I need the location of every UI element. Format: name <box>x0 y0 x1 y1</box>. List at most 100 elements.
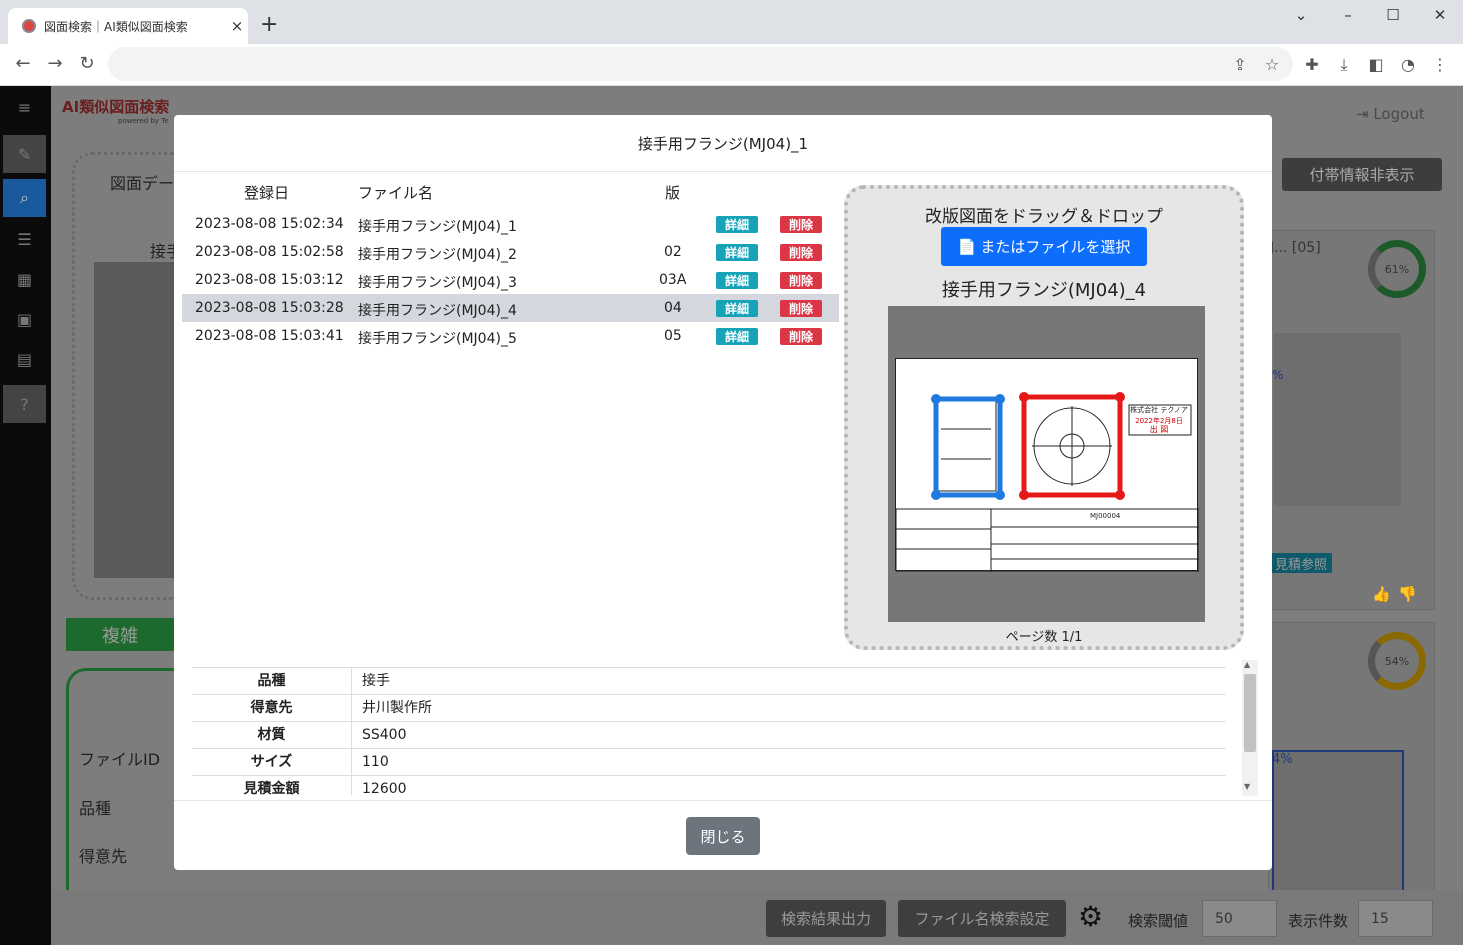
table-row: 材質 SS400 <box>192 722 1226 749</box>
result-1-score: 61% <box>1368 240 1426 298</box>
row-rev: 04 <box>664 300 682 316</box>
estimate-ref-badge[interactable]: 見積参照 <box>1270 553 1332 573</box>
table-row: 得意先 井川製作所 <box>192 695 1226 722</box>
properties-table: 品種 接手 得意先 井川製作所 材質 SS400 サイズ 110 見積金額 12600 <box>192 667 1226 795</box>
choose-file-label: またはファイルを選択 <box>980 238 1131 256</box>
detail-button[interactable]: 詳細 <box>716 272 758 289</box>
row-rev: 02 <box>664 244 682 260</box>
close-tab-icon[interactable]: × <box>226 17 248 35</box>
revision-row-selected[interactable]: 2023-08-08 15:03:28 接手用フランジ(MJ04)_4 04 詳… <box>182 294 839 322</box>
revision-row[interactable]: 2023-08-08 15:02:34 接手用フランジ(MJ04)_1 詳細 削… <box>182 210 839 238</box>
address-bar[interactable] <box>108 47 1293 81</box>
favicon-icon <box>22 19 36 33</box>
complex-badge: 複雑 <box>66 618 174 651</box>
download-icon[interactable]: ⤓ <box>1333 55 1355 75</box>
reload-icon[interactable]: ↻ <box>74 53 100 74</box>
drawing-stamp-text: 出 図 <box>1149 425 1169 434</box>
prop-key: 見積金額 <box>192 776 352 795</box>
detail-button[interactable]: 詳細 <box>716 328 758 345</box>
count-input[interactable]: 15 <box>1358 900 1433 937</box>
table-scrollbar-thumb[interactable] <box>1244 674 1256 752</box>
maximize-icon[interactable]: ☐ <box>1378 6 1408 24</box>
left-dropzone-title: 図面デー <box>110 174 175 193</box>
comments-icon[interactable]: ▤ <box>3 340 46 378</box>
row-file: 接手用フランジ(MJ04)_2 <box>358 247 517 263</box>
share-icon[interactable]: ⇪ <box>1229 55 1251 74</box>
prop-key: 材質 <box>192 722 352 749</box>
field-label-fileid: ファイルID <box>79 750 161 769</box>
row-rev: 03A <box>659 272 687 288</box>
delete-button[interactable]: 削除 <box>780 216 822 233</box>
scroll-up-icon[interactable]: ▲ <box>1244 660 1250 669</box>
browser-tab[interactable]: 図面検索｜AI類似図面検索 × <box>8 8 248 44</box>
forward-icon[interactable]: → <box>42 53 68 74</box>
search-icon[interactable]: ⌕ <box>3 179 46 217</box>
detail-button[interactable]: 詳細 <box>716 244 758 261</box>
choose-file-button[interactable]: 📄 またはファイルを選択 <box>941 227 1147 266</box>
app-logo: AI類似図面検索 powered by Te <box>62 98 170 125</box>
close-button[interactable]: 閉じる <box>686 817 760 855</box>
minimize-icon[interactable]: – <box>1333 6 1363 24</box>
row-file: 接手用フランジ(MJ04)_3 <box>358 275 517 291</box>
revision-row[interactable]: 2023-08-08 15:03:12 接手用フランジ(MJ04)_3 03A … <box>182 266 839 294</box>
delete-button[interactable]: 削除 <box>780 244 822 261</box>
help-icon[interactable]: ? <box>3 385 46 423</box>
thumbs-up-icon[interactable]: 👍 <box>1372 585 1391 603</box>
modal-title: 接手用フランジ(MJ04)_1 <box>174 115 1272 172</box>
gear-icon[interactable]: ⚙ <box>1078 900 1103 933</box>
new-tab-icon[interactable]: + <box>260 12 278 37</box>
delete-button[interactable]: 削除 <box>780 300 822 317</box>
hamburger-icon[interactable]: ≡ <box>3 88 46 126</box>
table-row: 品種 接手 <box>192 668 1226 695</box>
detail-button[interactable]: 詳細 <box>716 216 758 233</box>
row-date: 2023-08-08 15:03:12 <box>195 272 344 288</box>
result-1-thumbnail[interactable] <box>1274 333 1401 506</box>
hide-info-button[interactable]: 付帯情報非表示 <box>1282 158 1442 191</box>
image-icon[interactable]: ▣ <box>3 300 46 338</box>
menu-kebab-icon[interactable]: ⋮ <box>1429 55 1451 74</box>
prop-key: 得意先 <box>192 695 352 722</box>
revision-row[interactable]: 2023-08-08 15:02:58 接手用フランジ(MJ04)_2 02 詳… <box>182 238 839 266</box>
row-date: 2023-08-08 15:03:41 <box>195 328 344 344</box>
drawing-svg <box>895 392 1200 573</box>
table-row: サイズ 110 <box>192 749 1226 776</box>
close-window-icon[interactable]: ✕ <box>1425 6 1455 24</box>
row-date: 2023-08-08 15:02:34 <box>195 216 344 232</box>
edit-icon[interactable]: ✎ <box>3 135 46 173</box>
logout-link[interactable]: ⇥ Logout <box>1356 105 1425 123</box>
star-icon[interactable]: ☆ <box>1261 55 1283 74</box>
export-results-button[interactable]: 検索結果出力 <box>766 900 886 937</box>
filename-search-settings-button[interactable]: ファイル名検索設定 <box>898 900 1066 937</box>
scroll-down-icon[interactable]: ▼ <box>1244 782 1250 791</box>
grid-icon[interactable]: ▦ <box>3 260 46 298</box>
prop-value: SS400 <box>362 727 407 743</box>
profile-icon[interactable]: ◔ <box>1397 55 1419 74</box>
thumbs-down-icon[interactable]: 👎 <box>1398 585 1417 603</box>
row-file: 接手用フランジ(MJ04)_4 <box>358 303 517 319</box>
result-1-pct-small: % <box>1272 368 1284 382</box>
result-2-thumbnail[interactable] <box>1272 750 1404 892</box>
prop-key: サイズ <box>192 749 352 776</box>
extensions-icon[interactable]: ✚ <box>1301 55 1323 74</box>
header-date: 登録日 <box>244 184 290 202</box>
header-rev: 版 <box>665 184 681 202</box>
drawing-part-no: MJ00004 <box>1090 512 1121 520</box>
count-label: 表示件数 <box>1288 912 1349 930</box>
delete-button[interactable]: 削除 <box>780 328 822 345</box>
header-file: ファイル名 <box>358 184 434 202</box>
revision-row[interactable]: 2023-08-08 15:03:41 接手用フランジ(MJ04)_5 05 詳… <box>182 322 839 350</box>
threshold-input[interactable]: 50 <box>1202 900 1277 937</box>
chevron-down-icon[interactable]: ⌄ <box>1286 6 1316 24</box>
detail-button[interactable]: 詳細 <box>716 300 758 317</box>
drawing-sheet <box>895 358 1200 573</box>
dropzone-file-name: 接手用フランジ(MJ04)_4 <box>941 280 1147 301</box>
back-icon[interactable]: ← <box>10 53 36 74</box>
list-icon[interactable]: ☰ <box>3 220 46 258</box>
sidepanel-icon[interactable]: ◧ <box>1365 55 1387 74</box>
row-date: 2023-08-08 15:02:58 <box>195 244 344 260</box>
result-2-pct-small: 4% <box>1272 752 1293 767</box>
result-1-name: J... [05] <box>1270 240 1321 256</box>
delete-button[interactable]: 削除 <box>780 272 822 289</box>
prop-value: 110 <box>362 754 389 770</box>
blue-diff-box <box>933 396 1003 498</box>
